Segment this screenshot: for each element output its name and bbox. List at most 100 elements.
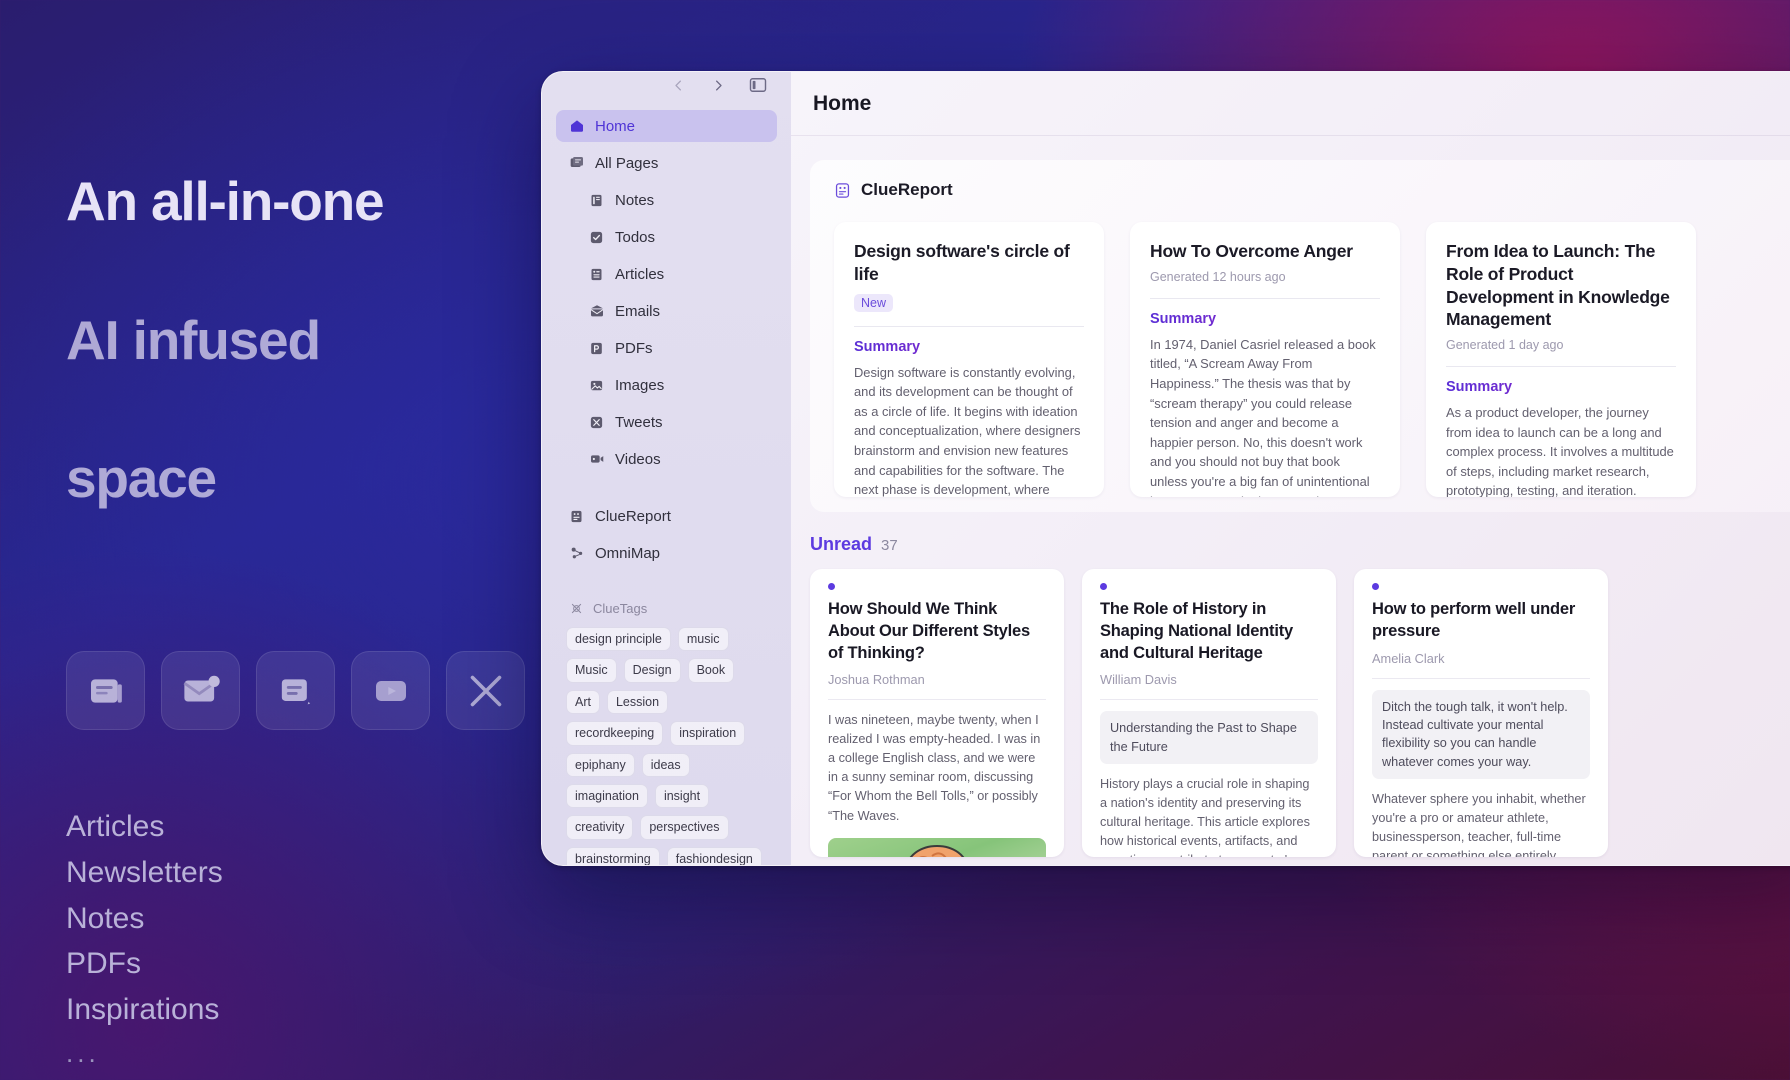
- tag-chip[interactable]: Music: [566, 658, 617, 683]
- tag-chip[interactable]: Design: [623, 658, 681, 683]
- marketing-panel: An all-in-one AI infused space Articles …: [0, 0, 620, 1080]
- cluereport-card[interactable]: From Idea to Launch: The Role of Product…: [1426, 222, 1696, 497]
- sidebar: Home All Pages Notes Todos Articles Emai…: [542, 72, 791, 865]
- card-quote: Understanding the Past to Shape the Futu…: [1100, 711, 1318, 765]
- tweets-icon: [588, 414, 605, 431]
- sidebar-item-label: Notes: [615, 191, 655, 209]
- tag-chip[interactable]: Lession: [606, 689, 669, 715]
- emails-icon: [588, 303, 605, 320]
- articles-icon: [588, 266, 605, 283]
- sidebar-item-emails[interactable]: Emails: [556, 295, 777, 327]
- sidebar-item-label: Images: [615, 376, 665, 394]
- tag-chip[interactable]: Art: [566, 689, 600, 715]
- headline-line-3: space: [66, 447, 217, 510]
- news-icon: [66, 651, 145, 731]
- sidebar-item-videos[interactable]: Videos: [556, 443, 777, 475]
- card-title: How to perform well under pressure: [1372, 600, 1576, 640]
- unread-dot-icon: [1372, 583, 1379, 590]
- home-icon: [568, 118, 585, 135]
- sidebar-item-cluereport[interactable]: ClueReport: [556, 500, 777, 532]
- headline-line-2: AI infused: [66, 308, 321, 371]
- cluetags-header: ClueTags: [556, 600, 777, 617]
- tag-chip[interactable]: fashiondesign: [666, 846, 762, 865]
- sidebar-item-label: Articles: [615, 265, 665, 283]
- cluereport-section-header: ClueReport: [834, 180, 1790, 200]
- card-title: From Idea to Launch: The Role of Product…: [1446, 241, 1670, 330]
- sidebar-item-notes[interactable]: Notes: [556, 184, 777, 216]
- tag-chip[interactable]: inspiration: [670, 721, 746, 746]
- cluereport-card[interactable]: Design software's circle of life New Sum…: [834, 222, 1104, 497]
- forward-icon[interactable]: [705, 72, 731, 98]
- sidebar-item-label: PDFs: [615, 339, 653, 357]
- main-body: ClueReport Design software's circle of l…: [791, 136, 1790, 865]
- cluereport-icon: [834, 182, 851, 199]
- sidebar-item-label: Tweets: [615, 413, 663, 431]
- card-body: Whatever sphere you inhabit, whether you…: [1372, 792, 1586, 857]
- cluereport-card[interactable]: How To Overcome Anger Generated 12 hours…: [1130, 222, 1400, 497]
- main-header: Home: [791, 72, 1790, 136]
- unread-card[interactable]: How Should We Think About Our Different …: [810, 569, 1064, 857]
- sidebar-item-label: Videos: [615, 450, 661, 468]
- keyword-item: PDFs: [66, 947, 141, 981]
- tag-chip[interactable]: perspectives: [640, 815, 729, 840]
- cluereport-icon: [568, 508, 585, 525]
- sidebar-item-all-pages[interactable]: All Pages: [556, 147, 777, 179]
- brain-illustration-icon: [909, 844, 965, 857]
- cluetags-label: ClueTags: [593, 601, 648, 616]
- app-window: Home All Pages Notes Todos Articles Emai…: [541, 71, 1790, 866]
- videos-icon: [588, 451, 605, 468]
- page-title: Home: [813, 91, 872, 115]
- pdfs-icon: [588, 340, 605, 357]
- omnimap-icon: [568, 545, 585, 562]
- video-icon: [351, 651, 430, 731]
- sidebar-item-pdfs[interactable]: PDFs: [556, 332, 777, 364]
- sidebar-item-todos[interactable]: Todos: [556, 221, 777, 253]
- keyword-list: Articles Newsletters Notes PDFs Inspirat…: [66, 808, 560, 1070]
- unread-card[interactable]: How to perform well under pressure Ameli…: [1354, 569, 1608, 857]
- sidebar-item-omnimap[interactable]: OmniMap: [556, 537, 777, 569]
- sidebar-nav: Home All Pages Notes Todos Articles Emai…: [556, 110, 777, 865]
- sidebar-toggle-icon[interactable]: [745, 72, 771, 98]
- summary-label: Summary: [854, 339, 1084, 355]
- divider: [1372, 677, 1590, 679]
- sidebar-item-articles[interactable]: Articles: [556, 258, 777, 290]
- document-icon: [256, 651, 335, 731]
- unread-dot-icon: [1100, 583, 1107, 590]
- back-icon[interactable]: [665, 72, 691, 98]
- unread-section: Unread 37 How Should We Think About Our …: [810, 534, 1790, 857]
- summary-body: Design software is constantly evolving, …: [854, 364, 1081, 498]
- sidebar-item-label: ClueReport: [595, 507, 671, 525]
- cluetags-icon: [568, 600, 585, 617]
- tag-chip[interactable]: epiphany: [566, 752, 635, 777]
- email-icon: [161, 651, 240, 731]
- sidebar-item-label: Todos: [615, 228, 656, 246]
- sidebar-item-home[interactable]: Home: [556, 110, 777, 142]
- keyword-ellipsis: ...: [66, 1038, 100, 1069]
- pages-icon: [568, 155, 585, 172]
- summary-body: In 1974, Daniel Casriel released a book …: [1150, 336, 1376, 497]
- tag-chip[interactable]: design principle: [566, 627, 671, 652]
- tag-chip[interactable]: creativity: [566, 815, 634, 840]
- tag-chip[interactable]: insight: [654, 783, 710, 809]
- card-title: The Role of History in Shaping National …: [1100, 600, 1294, 662]
- unread-card[interactable]: The Role of History in Shaping National …: [1082, 569, 1336, 857]
- tag-chip[interactable]: Book: [687, 658, 735, 683]
- card-author: William Davis: [1100, 672, 1177, 688]
- keyword-item: Inspirations: [66, 993, 220, 1027]
- unread-count: 37: [881, 537, 898, 554]
- tag-chip[interactable]: music: [677, 627, 729, 652]
- notes-icon: [588, 192, 605, 209]
- tag-chip[interactable]: ideas: [641, 752, 690, 777]
- card-body: History plays a crucial role in shaping …: [1100, 777, 1310, 857]
- main-content: Home ClueReport Design software's circle…: [791, 72, 1790, 865]
- tag-chip[interactable]: recordkeeping: [566, 721, 664, 746]
- sidebar-item-images[interactable]: Images: [556, 369, 777, 401]
- divider: [1446, 366, 1676, 367]
- tag-chip[interactable]: imagination: [566, 783, 648, 809]
- card-title: Design software's circle of life: [854, 241, 1070, 284]
- tag-chip[interactable]: brainstorming: [566, 846, 660, 865]
- keyword-item: Articles: [66, 810, 165, 844]
- unread-label: Unread: [810, 534, 873, 554]
- sidebar-item-tweets[interactable]: Tweets: [556, 406, 777, 438]
